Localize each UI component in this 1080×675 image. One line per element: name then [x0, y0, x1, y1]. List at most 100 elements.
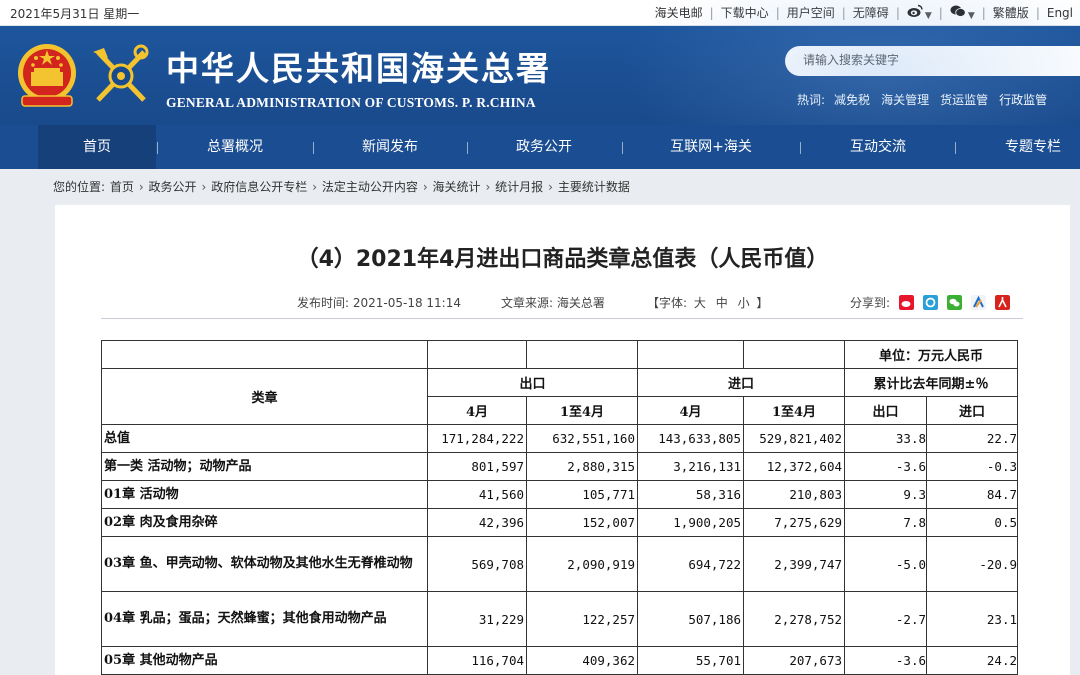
- link-traditional[interactable]: 繁體版: [986, 4, 1036, 21]
- separator: |: [938, 5, 943, 20]
- hotword-link[interactable]: 行政监管: [999, 91, 1047, 108]
- import-cum-value: 207,673: [743, 646, 845, 675]
- nav-separator: [157, 142, 158, 154]
- table-cell: [526, 340, 638, 369]
- row-name: 03章 鱼、甲壳动物、软体动物及其他水生无脊椎动物: [101, 536, 428, 592]
- nav-item-news[interactable]: 新闻发布: [328, 125, 452, 169]
- row-name: 第一类 活动物；动物产品: [101, 452, 428, 481]
- yoy-import-value: 22.7: [926, 424, 1018, 453]
- import-cum-value: 2,278,752: [743, 591, 845, 647]
- top-links: 海关电邮 | 下载中心 | 用户空间 | 无障碍 | ▼ | ▼ | 繁體版 | Engl: [648, 4, 1080, 21]
- import-month-value: 55,701: [637, 646, 744, 675]
- table-row: 05章 其他动物产品 116,704 409,362 55,701 207,67…: [101, 646, 1018, 675]
- font-medium-button[interactable]: 中: [716, 296, 728, 310]
- export-cum-value: 409,362: [526, 646, 638, 675]
- nav-item-special-topics[interactable]: 专题专栏: [970, 125, 1080, 169]
- link-user-space[interactable]: 用户空间: [780, 4, 842, 21]
- table-cell: [101, 340, 428, 369]
- import-month-value: 58,316: [637, 480, 744, 509]
- breadcrumb-link[interactable]: 统计月报: [495, 180, 543, 194]
- export-cum-value: 122,257: [526, 591, 638, 647]
- article-panel: （4）2021年4月进出口商品类章总值表（人民币值） 发布时间: 2021-05…: [55, 205, 1070, 675]
- breadcrumb-separator: ›: [201, 180, 207, 194]
- import-month-value: 3,216,131: [637, 452, 744, 481]
- header-yoy: 累计比去年同期±％: [844, 368, 1018, 397]
- header-export: 出口: [427, 368, 638, 397]
- yoy-export-value: -3.6: [844, 646, 927, 675]
- nav-separator: [800, 142, 801, 154]
- nav-item-home[interactable]: 首页: [38, 125, 156, 169]
- breadcrumb-separator: ›: [422, 180, 428, 194]
- export-cum-value: 2,090,919: [526, 536, 638, 592]
- hotword-link[interactable]: 减免税: [834, 91, 870, 108]
- row-name: 04章 乳品；蛋品；天然蜂蜜；其他食用动物产品: [101, 591, 428, 647]
- font-label-open: 【字体:: [647, 296, 688, 310]
- national-emblem-icon: [18, 44, 76, 107]
- font-label-close: 】: [756, 296, 769, 310]
- wechat-icon: [950, 5, 966, 17]
- share-weibo-icon[interactable]: [899, 295, 915, 310]
- link-email[interactable]: 海关电邮: [648, 4, 710, 21]
- breadcrumb-label: 您的位置:: [53, 180, 106, 194]
- commodity-table: 单位：万元人民币 类章 出口 进口 累计比去年同期±％ 4月 1至4月 4月 1…: [101, 340, 1018, 675]
- main-nav: 首页 总署概况 新闻发布 政务公开 互联网+海关 互动交流 专题专栏: [0, 125, 1080, 169]
- import-cum-value: 12,372,604: [743, 452, 845, 481]
- header-category: 类章: [101, 368, 428, 425]
- yoy-import-value: -20.9: [926, 536, 1018, 592]
- export-month-value: 42,396: [427, 508, 527, 537]
- breadcrumb-link[interactable]: 政务公开: [149, 180, 197, 194]
- row-name: 05章 其他动物产品: [101, 646, 428, 675]
- share-wechat-icon[interactable]: [947, 295, 963, 310]
- table-row: 02章 肉及食用杂碎 42,396 152,007 1,900,205 7,27…: [101, 508, 1018, 537]
- caret-down-icon: ▼: [924, 11, 932, 21]
- font-small-button[interactable]: 小: [738, 296, 750, 310]
- share-people-icon[interactable]: [995, 295, 1011, 310]
- table-cell: [743, 340, 845, 369]
- breadcrumb: 您的位置: 首页 › 政务公开 › 政府信息公开专栏 › 法定主动公开内容 › 海关统计…: [53, 178, 631, 195]
- header-import-month: 4月: [637, 396, 744, 425]
- meta-divider: [101, 318, 1023, 319]
- table-row: 03章 鱼、甲壳动物、软体动物及其他水生无脊椎动物 569,708 2,090,…: [101, 536, 1018, 592]
- nav-item-government-affairs[interactable]: 政务公开: [482, 125, 606, 169]
- yoy-export-value: -3.6: [844, 452, 927, 481]
- weibo-link[interactable]: ▼: [900, 4, 939, 21]
- nav-item-overview[interactable]: 总署概况: [172, 125, 298, 169]
- font-large-button[interactable]: 大: [694, 296, 706, 310]
- yoy-import-value: 23.1: [926, 591, 1018, 647]
- hotword-link[interactable]: 海关管理: [881, 91, 929, 108]
- nav-item-interaction[interactable]: 互动交流: [815, 125, 941, 169]
- export-cum-value: 152,007: [526, 508, 638, 537]
- nav-item-internet-customs[interactable]: 互联网+海关: [638, 125, 784, 169]
- share-bar: 分享到:: [850, 294, 1011, 311]
- import-month-value: 694,722: [637, 536, 744, 592]
- yoy-export-value: -5.0: [844, 536, 927, 592]
- import-cum-value: 529,821,402: [743, 424, 845, 453]
- breadcrumb-link[interactable]: 海关统计: [433, 180, 481, 194]
- search-input[interactable]: [803, 53, 1080, 67]
- separator: |: [709, 5, 714, 20]
- hotword-link[interactable]: 货运监管: [940, 91, 988, 108]
- row-name: 02章 肉及食用杂碎: [101, 508, 428, 537]
- link-accessibility[interactable]: 无障碍: [846, 4, 896, 21]
- site-header: 2021年5月31日 星期一 海关电邮 | 下载中心 | 用户空间 | 无障碍 | ▼ …: [0, 0, 1080, 125]
- header-export-cum: 1至4月: [526, 396, 638, 425]
- yoy-export-value: 33.8: [844, 424, 927, 453]
- share-qzone-icon[interactable]: [923, 295, 939, 310]
- current-date: 2021年5月31日 星期一: [10, 7, 140, 21]
- hotwords: 热词: 减免税 海关管理 货运监管 行政监管: [797, 91, 1058, 108]
- search-box: [785, 46, 1080, 76]
- table-row: 04章 乳品；蛋品；天然蜂蜜；其他食用动物产品 31,229 122,257 5…: [101, 591, 1018, 647]
- breadcrumb-link[interactable]: 首页: [110, 180, 134, 194]
- site-subtitle: GENERAL ADMINISTRATION OF CUSTOMS. P. R.…: [166, 95, 536, 110]
- share-renren-icon[interactable]: [971, 295, 987, 310]
- link-download[interactable]: 下载中心: [714, 4, 776, 21]
- breadcrumb-link[interactable]: 法定主动公开内容: [322, 180, 418, 194]
- wechat-link[interactable]: ▼: [943, 4, 982, 21]
- link-english[interactable]: Engl: [1040, 6, 1080, 20]
- share-label: 分享到:: [850, 296, 891, 310]
- breadcrumb-link[interactable]: 主要统计数据: [558, 180, 630, 194]
- table-row: 类章 出口 进口 累计比去年同期±％: [101, 368, 1018, 425]
- import-month-value: 143,633,805: [637, 424, 744, 453]
- header-export-month: 4月: [427, 396, 527, 425]
- breadcrumb-link[interactable]: 政府信息公开专栏: [211, 180, 307, 194]
